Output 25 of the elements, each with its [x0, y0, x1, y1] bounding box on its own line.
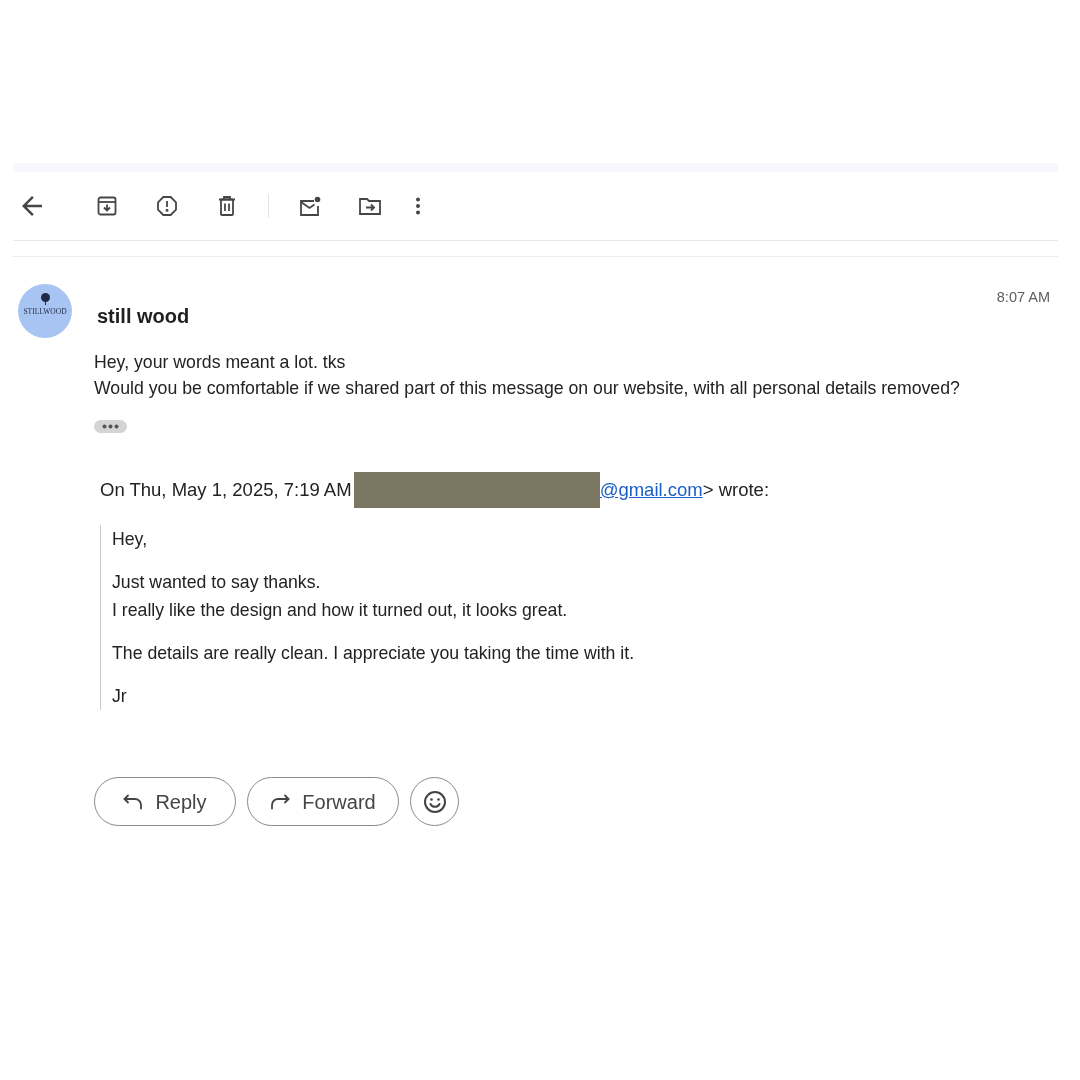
message-text-line: Hey, your words meant a lot. tks — [94, 351, 347, 374]
move-to-folder-icon[interactable] — [359, 197, 381, 215]
quoted-text-line: Jr — [112, 685, 128, 708]
quoted-text-line: The details are really clean. I appreciate you taking the time with it. — [112, 642, 636, 665]
tree-icon — [39, 293, 51, 305]
show-trimmed-content-button[interactable] — [94, 420, 127, 433]
quoted-text-line: I really like the design and how it turned out, it looks great. — [112, 599, 569, 622]
ellipsis-icon — [102, 424, 119, 429]
reply-arrow-icon — [123, 793, 144, 810]
report-spam-icon[interactable] — [157, 196, 177, 216]
message-time: 8:07 AM — [996, 288, 1050, 306]
quote-attribution-text: On Thu, May 1, 2025, 7:19 AM — [100, 478, 352, 503]
message-text-line: Would you be comfortable if we shared part of this message on our website, with all personal details removed? — [94, 377, 961, 400]
sender-name: still wood — [97, 304, 190, 329]
mark-unread-icon[interactable] — [299, 196, 321, 216]
email-link[interactable]: @gmail.com — [599, 476, 703, 504]
smiley-icon — [422, 789, 447, 814]
back-arrow-icon[interactable] — [22, 196, 42, 216]
more-options-icon[interactable] — [415, 197, 421, 215]
forward-arrow-icon — [270, 793, 291, 810]
quoted-text-line: Just wanted to say thanks. — [112, 571, 322, 594]
quote-attribution-text: > wrote: — [702, 478, 770, 503]
quoted-text-line: Hey, — [112, 528, 149, 551]
archive-icon[interactable] — [97, 196, 117, 216]
delete-icon[interactable] — [217, 196, 237, 216]
